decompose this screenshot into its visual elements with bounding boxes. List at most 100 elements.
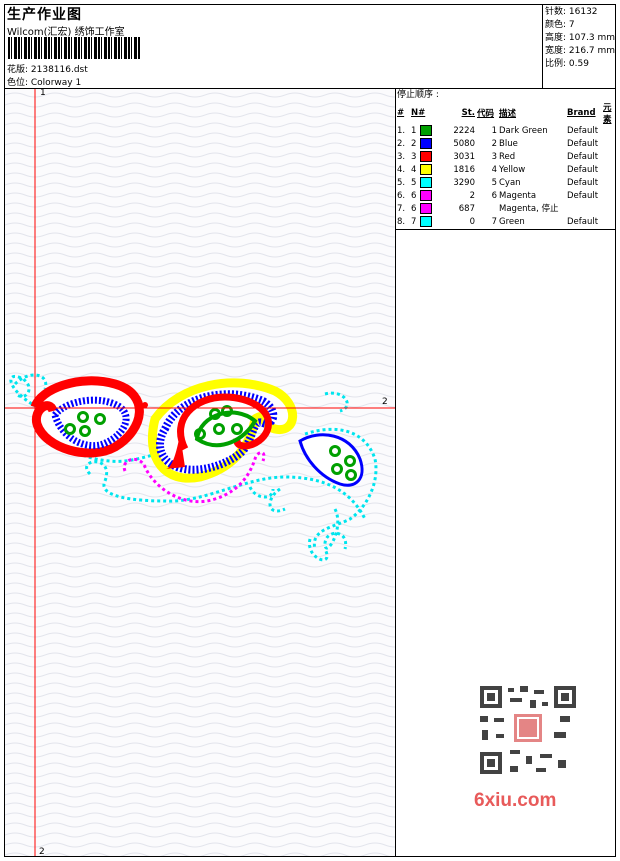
row-brand: Default <box>567 165 599 175</box>
col-header-element: 元素 <box>603 103 612 125</box>
row-code: 5 <box>491 178 497 188</box>
color-swatch <box>420 164 433 175</box>
row-description: Red <box>499 152 516 162</box>
row-stitches: 5080 <box>453 139 475 149</box>
axis-label-bottom: 2 <box>39 847 45 856</box>
barcode <box>8 37 140 59</box>
row-brand <box>566 203 602 216</box>
row-needle-number: 3 <box>411 152 417 162</box>
stop-sequence-row: 2. 2 5080 2 Blue Default <box>396 138 616 151</box>
row-element <box>602 216 616 229</box>
color-swatch <box>420 138 433 149</box>
row-needle-number: 6 <box>411 204 417 214</box>
row-needle-number: 5 <box>411 178 417 188</box>
row-element <box>602 164 616 177</box>
design-preview: 1 2 2 <box>5 89 396 856</box>
design-width: 宽度: 216.7 mm <box>545 46 616 56</box>
row-index: 8. <box>397 217 406 227</box>
row-index: 4. <box>397 165 406 175</box>
row-needle: 1 <box>410 125 438 138</box>
row-brand: Default <box>567 139 599 149</box>
design-scale: 比例: 0.59 <box>545 59 589 69</box>
row-element <box>602 151 616 164</box>
col-header-brand: Brand <box>567 108 596 118</box>
start-point-marker <box>142 402 148 408</box>
col-header-code: 代码 <box>477 109 495 119</box>
row-needle-number: 4 <box>411 165 417 175</box>
row-element <box>602 177 616 190</box>
watermark-site: 6xiu.com <box>474 790 557 811</box>
color-swatch <box>420 190 433 201</box>
stop-sequence-title: 停止顺序 : <box>397 90 439 100</box>
color-swatch <box>420 177 433 188</box>
row-needle: 5 <box>410 177 438 190</box>
axis-label-right: 2 <box>382 397 388 407</box>
row-stitches: 2224 <box>453 126 475 136</box>
row-code: 1 <box>491 126 497 136</box>
sheet-title: 生产作业图 <box>7 7 82 23</box>
row-brand: Default <box>567 191 599 201</box>
stop-sequence-row: 8. 7 0 7 Green Default <box>396 216 616 229</box>
color-swatch <box>420 125 433 136</box>
table-header-row: # N# St. 代码 描述 Brand 元素 <box>396 101 616 125</box>
row-description: Magenta, 停止 <box>499 204 559 214</box>
row-element <box>602 203 616 216</box>
row-needle-number: 6 <box>411 191 417 201</box>
row-needle: 6 <box>410 203 438 216</box>
row-index: 1. <box>397 126 406 136</box>
qr-code-icon <box>470 680 584 780</box>
row-index: 5. <box>397 178 406 188</box>
col-header-needle: N# <box>411 108 426 118</box>
color-count: 颜色: 7 <box>545 20 575 30</box>
stop-sequence-row: 7. 6 687 Magenta, 停止 <box>396 203 616 216</box>
row-code <box>476 203 498 216</box>
stop-sequence-panel: 停止顺序 : # N# St. 代码 描述 Brand 元素 1. 1 2224 1 D… <box>396 89 616 230</box>
row-brand: Default <box>567 178 599 188</box>
stop-sequence-row: 4. 4 1816 4 Yellow Default <box>396 164 616 177</box>
row-description: Cyan <box>499 178 521 188</box>
row-stitches: 2 <box>469 191 475 201</box>
row-needle: 2 <box>410 138 438 151</box>
row-description: Green <box>499 217 525 227</box>
design-file-label: 花版: 2138116.dst <box>7 65 88 75</box>
row-code: 4 <box>491 165 497 175</box>
row-stitches: 3031 <box>453 152 475 162</box>
col-header-index: # <box>397 108 405 118</box>
embroidery-preview-svg <box>5 89 395 856</box>
color-swatch <box>420 203 433 214</box>
row-index: 3. <box>397 152 406 162</box>
row-element <box>602 190 616 203</box>
row-stitches: 687 <box>458 204 475 214</box>
row-brand: Default <box>567 152 599 162</box>
color-swatch <box>420 151 433 162</box>
row-code: 6 <box>491 191 497 201</box>
row-brand: Default <box>567 126 599 136</box>
row-code: 2 <box>491 139 497 149</box>
row-stitches: 0 <box>469 217 475 227</box>
row-needle-number: 7 <box>411 217 417 227</box>
row-needle: 3 <box>410 151 438 164</box>
row-element <box>602 125 616 138</box>
stop-sequence-table: # N# St. 代码 描述 Brand 元素 1. 1 2224 1 Dark Gre… <box>396 101 616 229</box>
row-code: 3 <box>491 152 497 162</box>
stitch-count: 针数: 16132 <box>545 7 598 17</box>
stop-sequence-row: 6. 6 2 6 Magenta Default <box>396 190 616 203</box>
stop-sequence-row: 5. 5 3290 5 Cyan Default <box>396 177 616 190</box>
col-header-description: 描述 <box>499 109 517 119</box>
row-description: Magenta <box>499 191 537 201</box>
row-index: 7. <box>397 204 406 214</box>
row-needle-number: 1 <box>411 126 417 136</box>
row-needle: 7 <box>410 216 438 229</box>
watermark-qr <box>470 680 584 780</box>
row-needle: 6 <box>410 190 438 203</box>
row-description: Yellow <box>499 165 526 175</box>
axis-label-top: 1 <box>40 89 46 98</box>
row-description: Dark Green <box>499 126 548 136</box>
design-stats: 针数: 16132 颜色: 7 高度: 107.3 mm 宽度: 216.7 m… <box>542 4 616 88</box>
row-brand: Default <box>567 217 599 227</box>
row-needle-number: 2 <box>411 139 417 149</box>
row-stitches: 3290 <box>453 178 475 188</box>
row-index: 6. <box>397 191 406 201</box>
row-element <box>602 138 616 151</box>
row-index: 2. <box>397 139 406 149</box>
